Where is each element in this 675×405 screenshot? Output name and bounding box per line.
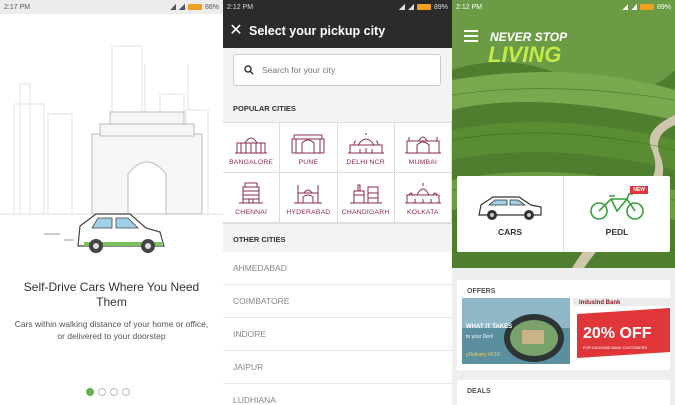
list-item[interactable]: INDORE	[223, 318, 452, 351]
deals-section: DEALS	[457, 380, 670, 405]
city-select-screen: 2:12 PM 89% ✕ Select your pickup city PO…	[223, 0, 452, 405]
city-tile-delhi-ncr[interactable]: DELHI NCR	[337, 123, 395, 173]
deals-heading: DEALS	[467, 388, 491, 395]
status-bar: 2:12 PM 89%	[452, 0, 675, 14]
delhi-landmark-icon	[347, 133, 384, 154]
search-icon	[244, 65, 254, 75]
cars-option-label: CARS	[497, 227, 523, 237]
list-item[interactable]: COIMBATORE	[223, 285, 452, 318]
onboarding-screen: 2:17 PM 88% Self-Drive Cars Where You Ne…	[0, 0, 223, 405]
offers-heading: OFFERS	[467, 288, 496, 295]
list-item[interactable]: JAIPUR	[223, 351, 452, 384]
other-cities-heading: OTHER CITIES	[233, 235, 286, 244]
status-time: 2:12 PM	[227, 3, 254, 11]
page-dot-3[interactable]	[110, 388, 118, 396]
city-gate-car-illustration	[0, 45, 223, 253]
pedl-option-label: PEDL	[605, 227, 629, 237]
battery-icon	[639, 4, 654, 10]
signal-icon	[621, 4, 628, 10]
close-icon[interactable]: ✕	[223, 14, 249, 48]
search-area	[223, 48, 452, 94]
car-icon	[478, 196, 542, 220]
list-item[interactable]: LUDHIANA	[223, 384, 452, 405]
list-item[interactable]: AHMEDABAD	[223, 252, 452, 285]
offer1-text: WHAT IT TAKES	[466, 324, 512, 330]
popular-cities-grid: BANGALORE PUNE DELHI NCR MUMBAI CHENNAI …	[223, 122, 452, 224]
city-tile-hyderabad[interactable]: HYDERABAD	[280, 173, 338, 223]
wifi-icon	[178, 4, 185, 10]
hamburger-menu-icon[interactable]	[464, 30, 478, 45]
status-battery: 89%	[656, 3, 671, 11]
onboarding-title: Self-Drive Cars Where You Need Them	[23, 280, 200, 309]
tagline-line2: LIVING	[488, 42, 562, 67]
hyderabad-landmark-icon	[294, 185, 323, 204]
other-cities-list: AHMEDABAD COIMBATORE INDORE JAIPUR LUDHI…	[223, 252, 452, 405]
page-dot-4[interactable]	[122, 388, 130, 396]
page-dot-1[interactable]	[86, 388, 94, 396]
status-time: 2:17 PM	[4, 3, 31, 11]
onboarding-description: Cars within walking distance of your hom…	[14, 319, 209, 341]
offer1-code: yDelivery #X10	[466, 352, 500, 358]
status-time: 2:12 PM	[456, 3, 483, 11]
new-badge: NEW	[630, 186, 648, 194]
city-tile-mumbai[interactable]: MUMBAI	[394, 123, 452, 173]
battery-icon	[416, 4, 431, 10]
wifi-icon	[407, 4, 414, 10]
search-input[interactable]	[262, 65, 432, 75]
page-dot-2[interactable]	[98, 388, 106, 396]
offers-section: OFFERS WHAT IT TAKES to your Den! yDeliv…	[457, 280, 670, 370]
mumbai-landmark-icon	[404, 136, 441, 154]
offer2-big: 20% OFF	[583, 325, 652, 342]
signal-icon	[398, 4, 405, 10]
city-tile-pune[interactable]: PUNE	[280, 123, 338, 173]
signal-icon	[169, 4, 176, 10]
city-tile-chandigarh[interactable]: CHANDIGARH	[337, 173, 395, 223]
app-bar: ✕ Select your pickup city	[223, 14, 452, 48]
status-bar: 2:17 PM 88%	[0, 0, 223, 14]
city-tile-chennai[interactable]: CHENNAI	[223, 173, 281, 223]
offer1-subtext: to your Den!	[466, 334, 493, 340]
offer-banner-doorstep[interactable]: WHAT IT TAKES to your Den! yDelivery #X1…	[462, 298, 570, 364]
offer2-small: FOR INDUSIND BANK CUSTOMERS	[583, 346, 648, 350]
city-tile-kolkata[interactable]: KOLKATA	[394, 173, 452, 223]
page-title: Select your pickup city	[249, 24, 386, 38]
city-tile-bangalore[interactable]: BANGALORE	[223, 123, 281, 173]
chennai-landmark-icon	[239, 182, 264, 204]
service-options-card: CARS NEW PEDL	[457, 176, 670, 252]
offer-banner-indusind[interactable]: IndusInd Bank 20% OFF FOR INDUSIND BANK …	[573, 298, 670, 364]
kolkata-landmark-icon	[404, 183, 441, 204]
popular-cities-heading: POPULAR CITIES	[233, 104, 296, 113]
battery-icon	[187, 4, 202, 10]
cars-option[interactable]: CARS	[457, 176, 563, 252]
pune-landmark-icon	[291, 134, 325, 154]
status-bar: 2:12 PM 89%	[223, 0, 452, 14]
search-box[interactable]	[233, 54, 441, 86]
home-screen: 2:12 PM 89% NEVER STOP LIVING CARS NEW P…	[452, 0, 675, 405]
offer2-bank: IndusInd Bank	[579, 300, 621, 306]
chandigarh-landmark-icon	[349, 184, 382, 204]
bangalore-landmark-icon	[235, 137, 268, 154]
wifi-icon	[630, 4, 637, 10]
status-battery: 89%	[433, 3, 448, 11]
page-indicator	[86, 388, 130, 396]
status-battery: 88%	[204, 3, 219, 11]
bicycle-icon	[590, 193, 644, 220]
pedl-option[interactable]: NEW PEDL	[563, 176, 670, 252]
